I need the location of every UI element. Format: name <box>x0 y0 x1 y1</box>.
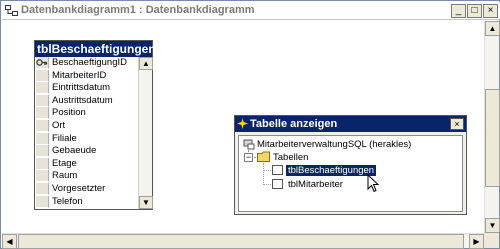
field-name: Austrittsdatum <box>52 94 113 106</box>
row-selector[interactable] <box>36 170 49 183</box>
table-field-row[interactable]: Vorgesetzter <box>35 182 138 196</box>
tree-connector <box>263 184 271 185</box>
resize-grip[interactable] <box>484 233 499 248</box>
row-selector[interactable] <box>36 119 49 132</box>
field-name: Ort <box>52 119 66 131</box>
row-selector[interactable] <box>36 132 49 145</box>
window-horizontal-scrollbar[interactable]: ◀ ▶ <box>2 233 484 249</box>
field-name: Eintrittsdatum <box>52 82 111 94</box>
field-name: Filiale <box>52 132 77 144</box>
scroll-left-button[interactable]: ◀ <box>2 234 17 249</box>
window-vertical-scrollbar[interactable]: ▲ ▼ <box>484 21 500 233</box>
row-selector[interactable] <box>36 195 49 208</box>
table-field-row[interactable]: Eintrittsdatum <box>35 82 138 95</box>
table-box-tblbeschaeftigungen[interactable]: tblBeschaeftigungen BeschaeftigungID Mita… <box>34 40 156 210</box>
table-icon <box>272 179 283 189</box>
row-selector[interactable] <box>36 145 49 158</box>
add-table-icon <box>237 118 248 129</box>
field-name: Gebaeude <box>52 145 97 157</box>
key-icon <box>36 59 48 66</box>
field-name: Raum <box>52 170 78 182</box>
field-name: Etage <box>52 157 77 169</box>
diagram-window: Datenbankdiagramm1 : Datenbankdiagramm _… <box>0 0 500 249</box>
table-field-row[interactable]: Etage <box>35 157 138 171</box>
tree-item-server[interactable]: MitarbeiterverwaltungSQL (herakles) <box>257 138 411 151</box>
table-field-list: BeschaeftigungID MitarbeiterID Eintrittsda… <box>35 57 138 209</box>
row-selector[interactable] <box>36 82 49 95</box>
field-name: Vorgesetzter <box>52 182 106 194</box>
folder-icon <box>257 151 270 162</box>
row-selector[interactable] <box>36 69 49 82</box>
table-field-row[interactable]: Raum <box>35 170 138 183</box>
diagram-app-icon <box>5 5 18 16</box>
table-field-row[interactable]: BeschaeftigungID <box>35 57 138 70</box>
table-scroll-up-button[interactable]: ▲ <box>139 57 153 70</box>
maximize-button[interactable]: □ <box>467 4 482 18</box>
field-name: MitarbeiterID <box>52 69 107 81</box>
vertical-scroll-thumb[interactable] <box>485 89 500 187</box>
table-box-title[interactable]: tblBeschaeftigungen <box>35 41 156 57</box>
scroll-up-button[interactable]: ▲ <box>485 21 500 36</box>
window-titlebar[interactable]: Datenbankdiagramm1 : Datenbankdiagramm _… <box>2 2 500 20</box>
tree-item-tabellen[interactable]: Tabellen <box>273 151 308 164</box>
table-field-row[interactable]: Position <box>35 107 138 120</box>
dialog-titlebar[interactable]: Tabelle anzeigen <box>235 116 466 132</box>
tree-item-table-selected[interactable]: tblBeschaeftigungen <box>286 164 377 177</box>
row-selector[interactable] <box>36 94 49 107</box>
field-name: Telefon <box>52 195 83 207</box>
show-table-dialog: Tabelle anzeigen × Mitarbeiterverwaltung… <box>234 115 467 215</box>
tree-expander-tabellen[interactable]: − <box>244 153 253 162</box>
minimize-button[interactable]: _ <box>451 4 466 18</box>
field-name: BeschaeftigungID <box>52 57 127 68</box>
tree-item-table[interactable]: tblMitarbeiter <box>288 178 343 191</box>
table-icon <box>272 165 283 175</box>
table-field-row[interactable]: Ort <box>35 119 138 133</box>
row-selector[interactable] <box>36 57 49 69</box>
table-field-row[interactable]: Telefon <box>35 195 138 209</box>
tree-connector <box>263 163 264 185</box>
table-scroll-down-button[interactable]: ▼ <box>139 196 153 209</box>
table-field-row[interactable]: Gebaeude <box>35 145 138 158</box>
dialog-close-button[interactable]: × <box>450 118 464 130</box>
field-name: Position <box>52 107 86 119</box>
table-field-row[interactable]: MitarbeiterID <box>35 69 138 83</box>
close-button[interactable]: × <box>483 4 498 18</box>
scroll-down-button[interactable]: ▼ <box>485 218 500 233</box>
table-field-row[interactable]: Austrittsdatum <box>35 94 138 108</box>
server-icon <box>243 139 255 150</box>
horizontal-scroll-thumb[interactable] <box>18 234 464 249</box>
tree-item-label: tblBeschaeftigungen <box>286 165 377 176</box>
row-selector[interactable] <box>36 107 49 120</box>
table-field-row[interactable]: Filiale <box>35 132 138 146</box>
window-title: Datenbankdiagramm1 : Datenbankdiagramm <box>21 4 255 16</box>
scroll-right-button[interactable]: ▶ <box>469 234 484 249</box>
tree-connector <box>263 170 271 171</box>
table-box-scrollbar[interactable]: ▲ ▼ <box>138 57 153 209</box>
row-selector[interactable] <box>36 182 49 195</box>
row-selector[interactable] <box>36 157 49 170</box>
dialog-title: Tabelle anzeigen <box>250 118 338 130</box>
table-tree-view: MitarbeiterverwaltungSQL (herakles) − Ta… <box>238 135 463 212</box>
mouse-cursor-icon <box>367 174 380 193</box>
